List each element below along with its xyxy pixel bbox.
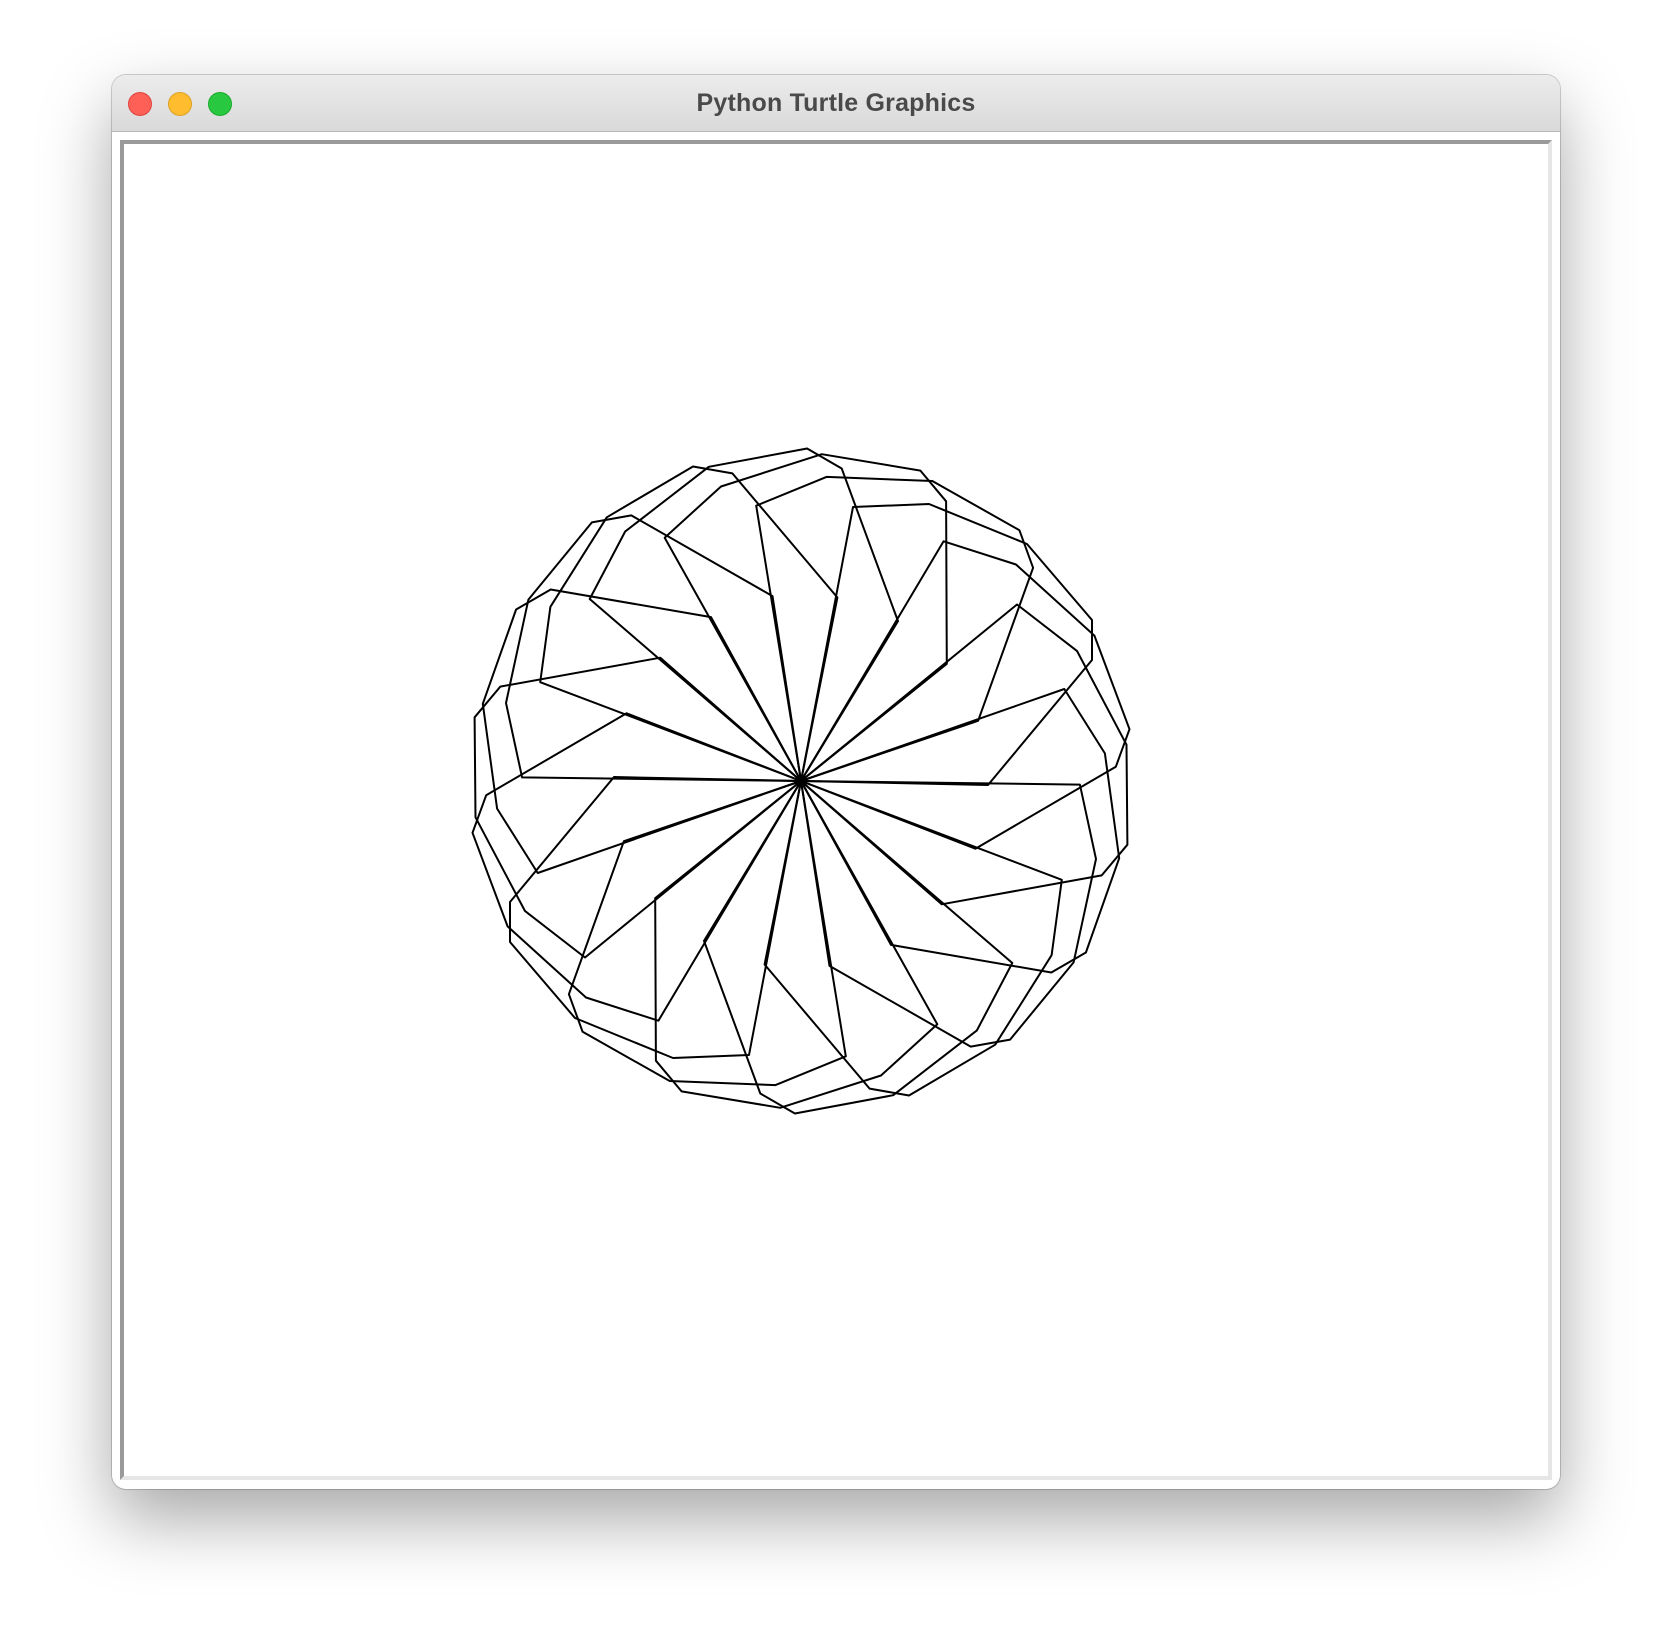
petal-stroke (473, 656, 802, 959)
title-bar[interactable]: Python Turtle Graphics (112, 75, 1560, 132)
petal-stroke (567, 780, 847, 1087)
petal-stroke (588, 447, 899, 782)
window-title: Python Turtle Graphics (696, 89, 976, 117)
petal-stroke (663, 453, 948, 782)
petal-stroke (800, 688, 1121, 974)
petal-stroke (654, 780, 939, 1109)
petal-stroke (800, 603, 1129, 906)
petal-stroke (481, 588, 802, 874)
petal-stroke (755, 475, 1035, 782)
turtle-center (795, 775, 807, 787)
turtle-window: Python Turtle Graphics (112, 75, 1560, 1489)
turtle-drawing (124, 144, 1548, 1476)
petal-stroke (800, 540, 1131, 850)
petal-stroke (703, 780, 1014, 1115)
petal-stroke (471, 712, 802, 1022)
turtle-canvas[interactable] (120, 140, 1552, 1480)
